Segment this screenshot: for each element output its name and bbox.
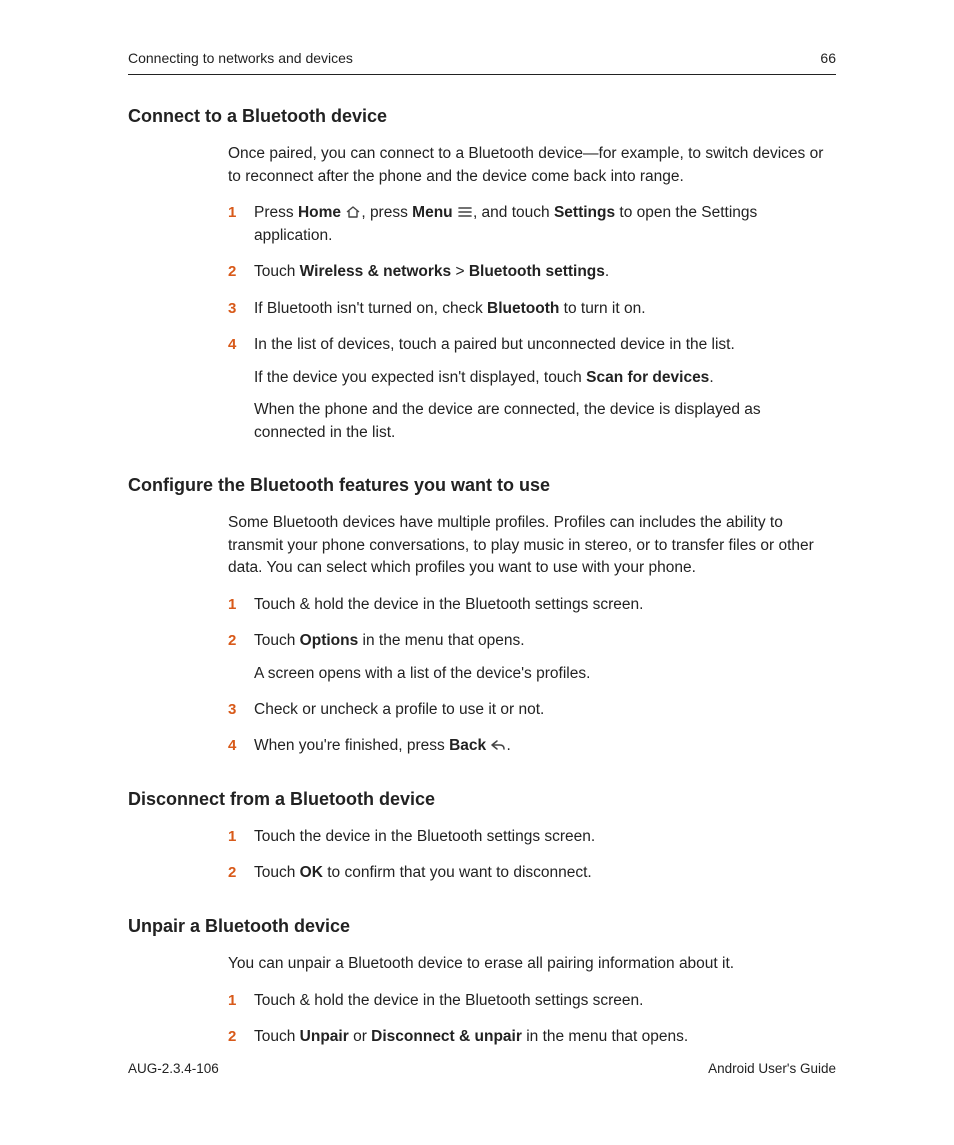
step-text: In the list of devices, touch a paired b… (254, 334, 836, 356)
step-number: 1 (228, 202, 236, 224)
page-footer: AUG-2.3.4-106 Android User's Guide (128, 1059, 836, 1079)
section-title-connect: Connect to a Bluetooth device (128, 103, 836, 129)
step-text: Touch & hold the device in the Bluetooth… (254, 594, 836, 616)
doc-id: AUG-2.3.4-106 (128, 1059, 219, 1079)
page-number: 66 (820, 48, 836, 68)
section-title-configure: Configure the Bluetooth features you wan… (128, 472, 836, 498)
step-text: Press Home , press Menu , and touch Sett… (254, 202, 836, 247)
step-item: 3 If Bluetooth isn't turned on, check Bl… (228, 298, 836, 320)
step-item: 1 Touch & hold the device in the Bluetoo… (228, 594, 836, 616)
step-text: If Bluetooth isn't turned on, check Blue… (254, 298, 836, 320)
step-text: Touch the device in the Bluetooth settin… (254, 826, 836, 848)
step-item: 2 Touch Unpair or Disconnect & unpair in… (228, 1026, 836, 1048)
step-text: Check or uncheck a profile to use it or … (254, 699, 836, 721)
menu-icon (457, 204, 473, 218)
section-body-unpair: You can unpair a Bluetooth device to era… (228, 953, 836, 1048)
step-item: 4 In the list of devices, touch a paired… (228, 334, 836, 444)
step-text: When the phone and the device are connec… (254, 399, 836, 444)
step-text: Touch & hold the device in the Bluetooth… (254, 990, 836, 1012)
step-text: If the device you expected isn't display… (254, 367, 836, 389)
step-number: 1 (228, 826, 236, 848)
intro-para: Some Bluetooth devices have multiple pro… (228, 512, 836, 579)
step-item: 3 Check or uncheck a profile to use it o… (228, 699, 836, 721)
step-text: Touch Options in the menu that opens. (254, 630, 836, 652)
step-number: 3 (228, 699, 236, 721)
step-number: 4 (228, 334, 236, 356)
step-number: 1 (228, 594, 236, 616)
section-title-unpair: Unpair a Bluetooth device (128, 913, 836, 939)
chapter-title: Connecting to networks and devices (128, 48, 353, 68)
step-item: 1 Touch & hold the device in the Bluetoo… (228, 990, 836, 1012)
step-number: 2 (228, 261, 236, 283)
section-body-configure: Some Bluetooth devices have multiple pro… (228, 512, 836, 758)
steps-list-unpair: 1 Touch & hold the device in the Bluetoo… (228, 990, 836, 1049)
step-number: 3 (228, 298, 236, 320)
step-item: 2 Touch Options in the menu that opens. … (228, 630, 836, 685)
step-item: 2 Touch Wireless & networks > Bluetooth … (228, 261, 836, 283)
steps-list-connect: 1 Press Home , press Menu , and touch Se… (228, 202, 836, 444)
step-item: 1 Touch the device in the Bluetooth sett… (228, 826, 836, 848)
document-page: Connecting to networks and devices 66 Co… (0, 0, 954, 1145)
step-item: 4 When you're finished, press Back . (228, 735, 836, 757)
section-body-disconnect: 1 Touch the device in the Bluetooth sett… (228, 826, 836, 885)
section-title-disconnect: Disconnect from a Bluetooth device (128, 786, 836, 812)
guide-name: Android User's Guide (708, 1059, 836, 1079)
page-header: Connecting to networks and devices 66 (128, 48, 836, 75)
back-icon (490, 737, 506, 751)
intro-para: Once paired, you can connect to a Blueto… (228, 143, 836, 188)
step-number: 4 (228, 735, 236, 757)
step-number: 2 (228, 630, 236, 652)
step-text: Touch Unpair or Disconnect & unpair in t… (254, 1026, 836, 1048)
step-text: Touch Wireless & networks > Bluetooth se… (254, 261, 836, 283)
step-number: 1 (228, 990, 236, 1012)
step-subtext: A screen opens with a list of the device… (254, 663, 836, 685)
steps-list-disconnect: 1 Touch the device in the Bluetooth sett… (228, 826, 836, 885)
step-item: 2 Touch OK to confirm that you want to d… (228, 862, 836, 884)
step-text: When you're finished, press Back . (254, 735, 836, 757)
steps-list-configure: 1 Touch & hold the device in the Bluetoo… (228, 594, 836, 758)
step-number: 2 (228, 1026, 236, 1048)
intro-para: You can unpair a Bluetooth device to era… (228, 953, 836, 975)
step-number: 2 (228, 862, 236, 884)
section-body-connect: Once paired, you can connect to a Blueto… (228, 143, 836, 444)
home-icon (345, 204, 361, 218)
step-text: Touch OK to confirm that you want to dis… (254, 862, 836, 884)
step-item: 1 Press Home , press Menu , and touch Se… (228, 202, 836, 247)
